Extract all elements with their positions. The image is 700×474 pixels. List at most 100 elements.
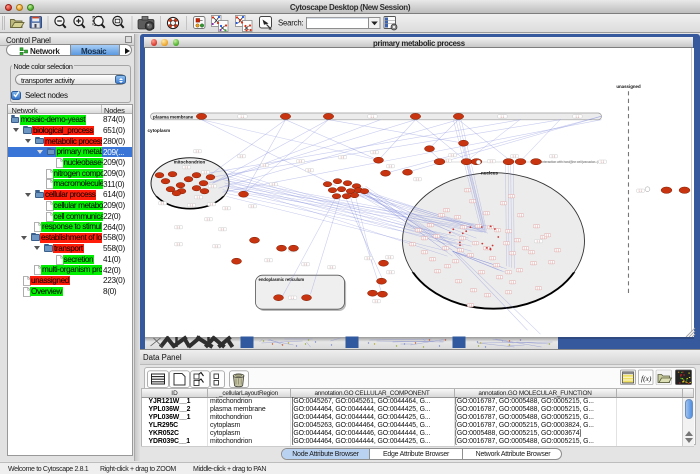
svg-text:[...]: [...] <box>370 115 374 118</box>
svg-text:[...]: [...] <box>515 239 519 242</box>
svg-text:[...]: [...] <box>189 204 193 207</box>
svg-text:[...]: [...] <box>388 271 392 274</box>
svg-text:[...]: [...] <box>473 242 477 245</box>
svg-text:[...]: [...] <box>545 234 549 237</box>
svg-text:[...]: [...] <box>549 261 553 264</box>
svg-text:[...]: [...] <box>490 257 494 260</box>
svg-text:[...]: [...] <box>509 195 513 198</box>
svg-text:[...]: [...] <box>500 115 504 118</box>
svg-text:plasma membrane: plasma membrane <box>153 114 194 119</box>
svg-text:[...]: [...] <box>374 300 378 303</box>
svg-text:[...]: [...] <box>484 212 488 215</box>
svg-text:[...]: [...] <box>534 225 538 228</box>
svg-text:[...]: [...] <box>220 228 224 231</box>
svg-text:[...]: [...] <box>250 205 254 208</box>
svg-text:[...]: [...] <box>529 251 533 254</box>
svg-text:f(x): f(x) <box>641 374 652 383</box>
svg-text:mitochondrion: mitochondrion <box>173 159 205 164</box>
svg-text:[...]: [...] <box>298 160 302 163</box>
svg-text:[...]: [...] <box>195 150 199 153</box>
svg-text:[...]: [...] <box>266 259 270 262</box>
svg-text:[...]: [...] <box>303 263 307 266</box>
svg-text:[...]: [...] <box>307 169 311 172</box>
svg-text:[...]: [...] <box>416 229 420 232</box>
svg-text:[...]: [...] <box>372 151 376 154</box>
svg-text:[...]: [...] <box>506 291 510 294</box>
svg-text:[...]: [...] <box>290 296 294 299</box>
svg-text:[...]: [...] <box>494 264 498 267</box>
svg-text:[...]: [...] <box>504 242 508 245</box>
svg-text:[...]: [...] <box>471 289 475 292</box>
svg-text:[...]: [...] <box>479 271 483 274</box>
svg-text:[...]: [...] <box>555 249 559 252</box>
svg-text:unassigned: unassigned <box>616 84 641 89</box>
svg-text:[...]: [...] <box>445 159 449 162</box>
svg-text:[...]: [...] <box>340 156 344 159</box>
svg-text:[...]: [...] <box>497 276 501 279</box>
svg-text:[...]: [...] <box>224 207 228 210</box>
svg-text:[...]: [...] <box>575 115 579 118</box>
svg-text:[...]: [...] <box>214 245 218 248</box>
svg-text:[...]: [...] <box>329 266 333 269</box>
svg-text:[...]: [...] <box>387 256 391 259</box>
svg-text:[...]: [...] <box>453 260 457 263</box>
svg-text:[...]: [...] <box>518 214 522 217</box>
svg-text:[...]: [...] <box>517 269 521 272</box>
svg-text:[...]: [...] <box>435 270 439 273</box>
svg-text:nucleus: nucleus <box>481 170 498 175</box>
svg-text:[...]: [...] <box>536 287 540 290</box>
svg-text:[...]: [...] <box>536 240 540 243</box>
svg-text:[...]: [...] <box>184 166 188 169</box>
svg-text:[...]: [...] <box>600 160 604 163</box>
svg-text:[...]: [...] <box>461 226 465 229</box>
svg-text:[...]: [...] <box>271 183 275 186</box>
svg-text:[...]: [...] <box>443 247 447 250</box>
svg-text:[...]: [...] <box>468 254 472 257</box>
svg-text:[...]: [...] <box>458 249 462 252</box>
svg-text:[...]: [...] <box>470 200 474 203</box>
svg-text:[...]: [...] <box>506 271 510 274</box>
svg-text:[...]: [...] <box>415 178 419 181</box>
svg-text:[...]: [...] <box>176 226 180 229</box>
svg-text:[...]: [...] <box>476 225 480 228</box>
svg-text:[...]: [...] <box>422 237 426 240</box>
svg-text:[...]: [...] <box>468 304 472 307</box>
svg-text:[...]: [...] <box>196 196 200 199</box>
svg-text:[...]: [...] <box>495 229 499 232</box>
svg-text:[...]: [...] <box>450 154 454 157</box>
svg-text:[...]: [...] <box>506 230 510 233</box>
svg-text:cytoplasm: cytoplasm <box>147 128 170 133</box>
svg-text:[...]: [...] <box>388 165 392 168</box>
svg-text:[...]: [...] <box>422 251 426 254</box>
svg-text:[...]: [...] <box>523 247 527 250</box>
svg-text:interaction with host(l)he cel: interaction with host(l)he cell(vacuolar… <box>541 160 598 164</box>
svg-text:[...]: [...] <box>262 164 266 167</box>
svg-text:[...]: [...] <box>510 281 514 284</box>
svg-text:[...]: [...] <box>434 235 438 238</box>
svg-text:[...]: [...] <box>410 243 414 246</box>
svg-text:[...]: [...] <box>489 160 493 163</box>
svg-text:[...]: [...] <box>465 189 469 192</box>
svg-text:[...]: [...] <box>209 203 213 206</box>
svg-text:[...]: [...] <box>439 214 443 217</box>
svg-text:[...]: [...] <box>176 243 180 246</box>
svg-text:[...]: [...] <box>485 294 489 297</box>
svg-text:[...]: [...] <box>551 155 555 158</box>
svg-text:[...]: [...] <box>160 202 164 205</box>
svg-text:[...]: [...] <box>456 280 460 283</box>
svg-text:[...]: [...] <box>430 258 434 261</box>
svg-text:[...]: [...] <box>240 115 244 118</box>
svg-text:[...]: [...] <box>460 237 464 240</box>
svg-text:[...]: [...] <box>501 202 505 205</box>
svg-text:[...]: [...] <box>638 189 642 192</box>
svg-text:[...]: [...] <box>445 265 449 268</box>
svg-text:Search:: Search: <box>278 19 304 28</box>
svg-text:[...]: [...] <box>510 252 514 255</box>
svg-text:[...]: [...] <box>239 155 243 158</box>
svg-text:[...]: [...] <box>444 209 448 212</box>
svg-text:[...]: [...] <box>366 257 370 260</box>
svg-text:endoplasmic reticulum: endoplasmic reticulum <box>258 277 304 282</box>
svg-text:[...]: [...] <box>428 224 432 227</box>
svg-text:[...]: [...] <box>203 171 207 174</box>
svg-text:[...]: [...] <box>455 216 459 219</box>
